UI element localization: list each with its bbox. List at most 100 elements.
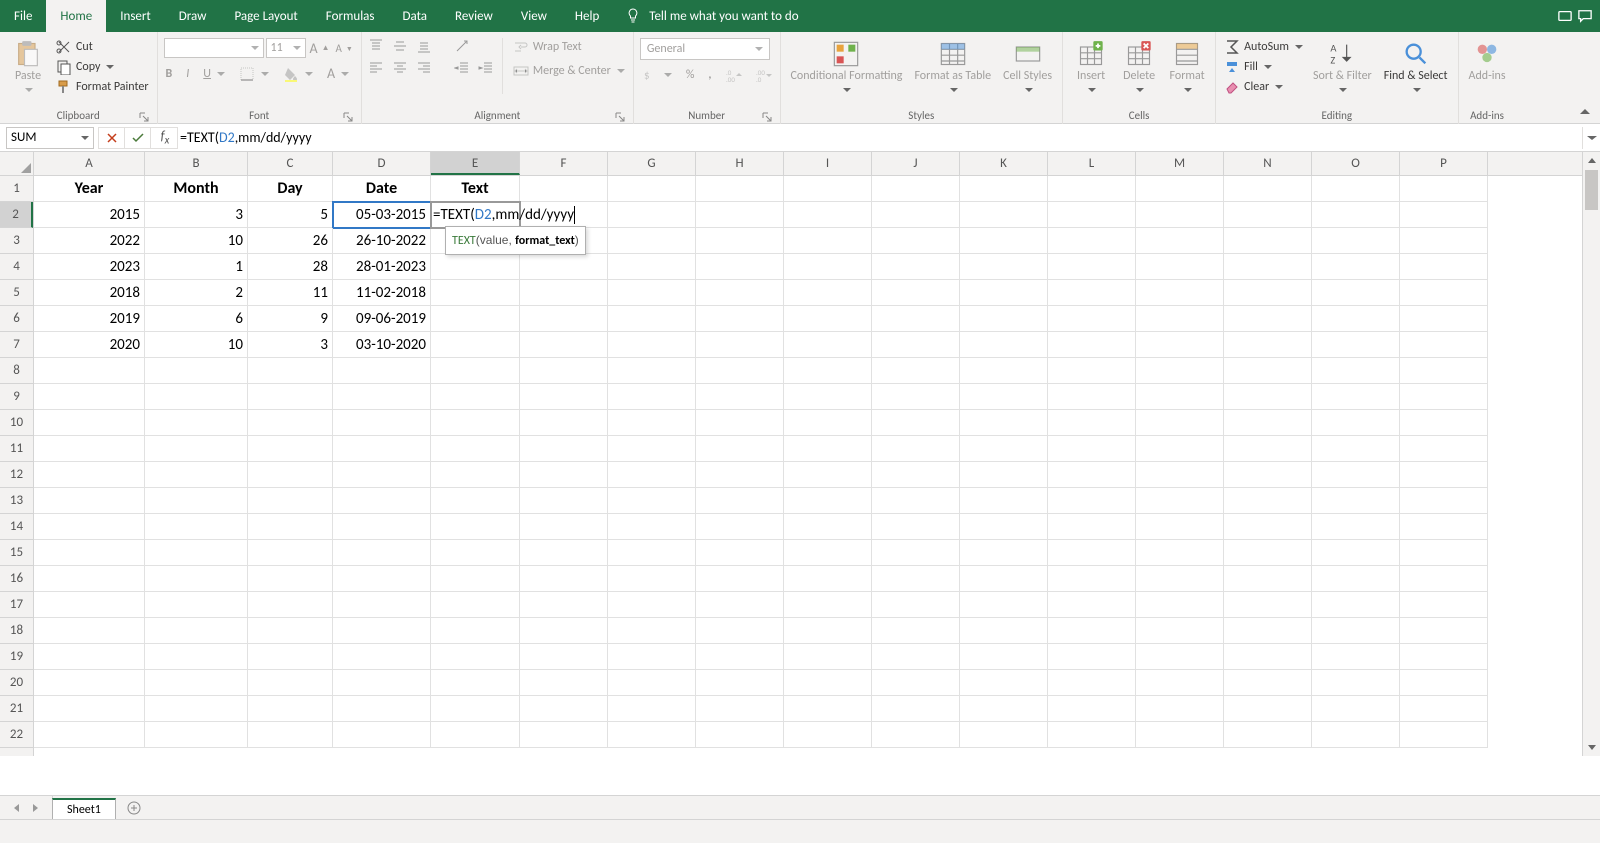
- cell[interactable]: [960, 696, 1048, 722]
- align-left-icon[interactable]: [368, 60, 384, 76]
- cell[interactable]: [608, 514, 696, 540]
- cell[interactable]: [431, 488, 520, 514]
- cell[interactable]: [1224, 436, 1312, 462]
- cell[interactable]: [248, 410, 333, 436]
- cell[interactable]: [1048, 540, 1136, 566]
- collapse-ribbon-icon[interactable]: [1578, 105, 1592, 119]
- cell[interactable]: [1312, 436, 1400, 462]
- cell[interactable]: [431, 384, 520, 410]
- cell[interactable]: [333, 644, 431, 670]
- cell[interactable]: [784, 306, 872, 332]
- cell[interactable]: [1136, 280, 1224, 306]
- column-header[interactable]: D: [333, 152, 431, 175]
- cell[interactable]: [431, 410, 520, 436]
- cell[interactable]: [520, 332, 608, 358]
- cell[interactable]: [34, 566, 145, 592]
- cell[interactable]: Day: [248, 176, 333, 202]
- cell[interactable]: [1136, 488, 1224, 514]
- cell[interactable]: [1136, 644, 1224, 670]
- cell[interactable]: [1048, 670, 1136, 696]
- cell[interactable]: [784, 176, 872, 202]
- cell[interactable]: [1136, 384, 1224, 410]
- column-header[interactable]: I: [784, 152, 872, 175]
- row-header[interactable]: 13: [0, 488, 33, 514]
- cell[interactable]: [1400, 306, 1488, 332]
- cell[interactable]: [520, 254, 608, 280]
- cell[interactable]: [1400, 540, 1488, 566]
- cell[interactable]: [1136, 332, 1224, 358]
- percent-button[interactable]: %: [684, 67, 697, 83]
- cell[interactable]: [1400, 436, 1488, 462]
- cell[interactable]: [1312, 176, 1400, 202]
- row-header[interactable]: 20: [0, 670, 33, 696]
- font-size-combo[interactable]: 11: [266, 38, 306, 58]
- cell[interactable]: [520, 540, 608, 566]
- sort-filter-button[interactable]: AZ Sort & Filter: [1309, 38, 1376, 96]
- cell[interactable]: [145, 592, 248, 618]
- cell[interactable]: [1048, 514, 1136, 540]
- cell[interactable]: [333, 358, 431, 384]
- tab-file[interactable]: File: [0, 0, 46, 32]
- cell[interactable]: [333, 436, 431, 462]
- cell[interactable]: [872, 644, 960, 670]
- cell[interactable]: [696, 306, 784, 332]
- cell[interactable]: [1224, 254, 1312, 280]
- cell[interactable]: [333, 514, 431, 540]
- cell[interactable]: [960, 670, 1048, 696]
- scroll-down-button[interactable]: [1583, 738, 1600, 756]
- cell[interactable]: Text: [431, 176, 520, 202]
- fx-button[interactable]: fx: [151, 127, 177, 149]
- cell[interactable]: [1048, 384, 1136, 410]
- cell[interactable]: [784, 618, 872, 644]
- cell[interactable]: [1224, 618, 1312, 644]
- cell[interactable]: [1048, 462, 1136, 488]
- cell[interactable]: [145, 722, 248, 748]
- cell[interactable]: [520, 696, 608, 722]
- cell[interactable]: [1136, 306, 1224, 332]
- row-header[interactable]: 7: [0, 332, 33, 358]
- cell[interactable]: [1312, 618, 1400, 644]
- tab-draw[interactable]: Draw: [165, 0, 221, 32]
- cell[interactable]: [1136, 722, 1224, 748]
- dialog-launcher-icon[interactable]: [343, 112, 353, 122]
- cell[interactable]: [248, 670, 333, 696]
- cell[interactable]: [520, 618, 608, 644]
- dialog-launcher-icon[interactable]: [762, 112, 772, 122]
- cell[interactable]: [872, 228, 960, 254]
- row-header[interactable]: 15: [0, 540, 33, 566]
- cell[interactable]: [1312, 410, 1400, 436]
- cell[interactable]: [34, 540, 145, 566]
- cell[interactable]: [431, 358, 520, 384]
- cell[interactable]: [784, 358, 872, 384]
- format-painter-button[interactable]: Format Painter: [54, 78, 151, 96]
- expand-formula-bar-button[interactable]: [1582, 127, 1600, 149]
- cell[interactable]: 26: [248, 228, 333, 254]
- cell[interactable]: [333, 722, 431, 748]
- cell[interactable]: [784, 202, 872, 228]
- cell[interactable]: [960, 644, 1048, 670]
- cell[interactable]: [1400, 488, 1488, 514]
- cell[interactable]: [1224, 540, 1312, 566]
- cell[interactable]: [696, 722, 784, 748]
- cell[interactable]: [608, 644, 696, 670]
- cell[interactable]: [431, 644, 520, 670]
- cell[interactable]: [34, 462, 145, 488]
- underline-button[interactable]: U: [201, 66, 227, 82]
- cell[interactable]: [608, 618, 696, 644]
- cell[interactable]: [608, 280, 696, 306]
- sheet-tab[interactable]: Sheet1: [52, 798, 116, 819]
- conditional-formatting-button[interactable]: Conditional Formatting: [787, 38, 907, 96]
- column-header[interactable]: B: [145, 152, 248, 175]
- cell[interactable]: [1224, 462, 1312, 488]
- cell[interactable]: [1048, 488, 1136, 514]
- cell[interactable]: [696, 696, 784, 722]
- cell[interactable]: [608, 566, 696, 592]
- cell[interactable]: [248, 540, 333, 566]
- column-header[interactable]: P: [1400, 152, 1488, 175]
- cell[interactable]: [696, 280, 784, 306]
- cell[interactable]: [333, 488, 431, 514]
- cell[interactable]: [520, 592, 608, 618]
- increase-decimal-button[interactable]: .0.00: [724, 66, 744, 84]
- cell[interactable]: [145, 670, 248, 696]
- cell[interactable]: [696, 488, 784, 514]
